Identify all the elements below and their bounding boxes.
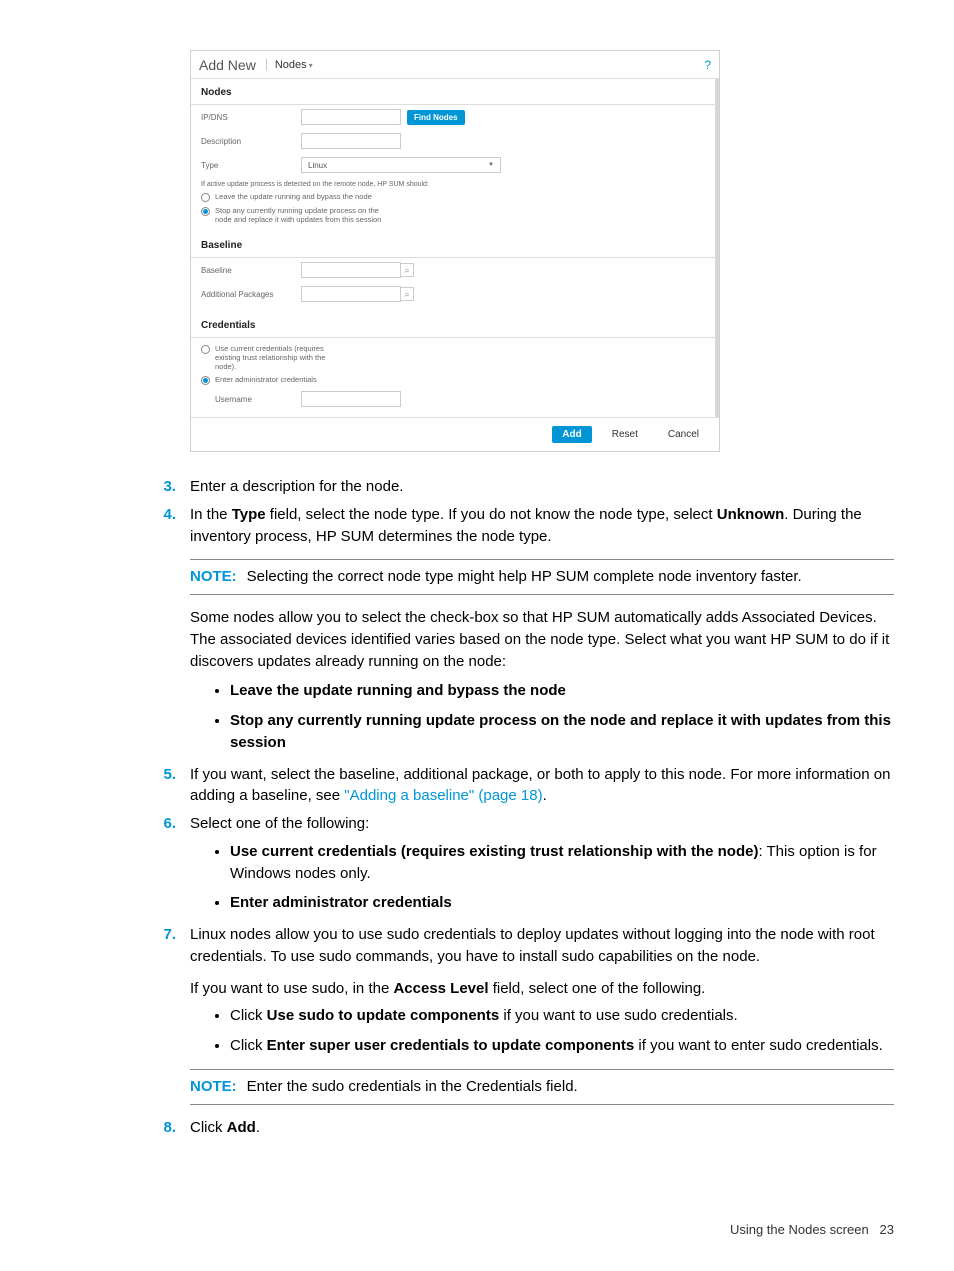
- step-4: 4. In the Type field, select the node ty…: [150, 504, 894, 548]
- type-select[interactable]: Linux ▼: [301, 157, 501, 173]
- baseline-input[interactable]: [301, 262, 401, 278]
- update-process-help: If active update process is detected on …: [191, 177, 715, 190]
- step-7: 7. Linux nodes allow you to use sudo cre…: [150, 924, 894, 999]
- header-addnew: Add New: [199, 57, 256, 73]
- caret-down-icon: ▼: [488, 162, 494, 168]
- description-label: Description: [201, 137, 301, 146]
- radio-use-current-credentials[interactable]: [201, 345, 210, 354]
- section-baseline-title: Baseline: [191, 232, 715, 258]
- add-button[interactable]: Add: [552, 426, 591, 443]
- baseline-label: Baseline: [201, 266, 301, 275]
- ipdns-input[interactable]: [301, 109, 401, 125]
- add-node-dialog-screenshot: Add New Nodes▾ ? Nodes IP/DNS Find Nodes…: [190, 50, 720, 452]
- additional-packages-label: Additional Packages: [201, 290, 301, 299]
- header-nodes-dropdown[interactable]: Nodes▾: [266, 59, 313, 71]
- radio-enter-admin-credentials[interactable]: [201, 376, 210, 385]
- paragraph-associated-devices: Some nodes allow you to select the check…: [190, 607, 894, 672]
- step-3: 3. Enter a description for the node.: [150, 476, 894, 498]
- cancel-button[interactable]: Cancel: [658, 426, 709, 443]
- username-label: Username: [201, 395, 301, 404]
- link-adding-baseline[interactable]: "Adding a baseline" (page 18): [344, 787, 542, 804]
- type-label: Type: [201, 161, 301, 170]
- chevron-down-icon: ▾: [309, 61, 313, 70]
- description-input[interactable]: [301, 133, 401, 149]
- bullets-sudo-options: Click Use sudo to update components if y…: [230, 1005, 894, 1057]
- help-icon[interactable]: ?: [704, 58, 711, 72]
- find-nodes-button[interactable]: Find Nodes: [407, 110, 465, 125]
- additional-packages-input[interactable]: [301, 286, 401, 302]
- radio-stop-replace[interactable]: [201, 207, 210, 216]
- section-nodes-title: Nodes: [191, 79, 715, 105]
- note-sudo-credentials: NOTE:Enter the sudo credentials in the C…: [190, 1069, 894, 1105]
- note-node-type: NOTE:Selecting the correct node type mig…: [190, 559, 894, 595]
- dialog-header: Add New Nodes▾ ?: [191, 51, 719, 79]
- search-icon[interactable]: ⌕: [400, 287, 414, 301]
- radio-leave-running[interactable]: [201, 193, 210, 202]
- step-6: 6. Select one of the following:: [150, 813, 894, 835]
- section-credentials-title: Credentials: [191, 312, 715, 338]
- search-icon[interactable]: ⌕: [400, 263, 414, 277]
- ipdns-label: IP/DNS: [201, 113, 301, 122]
- reset-button[interactable]: Reset: [602, 426, 648, 443]
- bullets-credentials-options: Use current credentials (requires existi…: [230, 841, 894, 914]
- step-5: 5. If you want, select the baseline, add…: [150, 764, 894, 808]
- step-8: 8. Click Add.: [150, 1117, 894, 1139]
- page-footer: Using the Nodes screen 23: [730, 1222, 894, 1237]
- bullets-update-options: Leave the update running and bypass the …: [230, 680, 894, 753]
- username-input[interactable]: [301, 391, 401, 407]
